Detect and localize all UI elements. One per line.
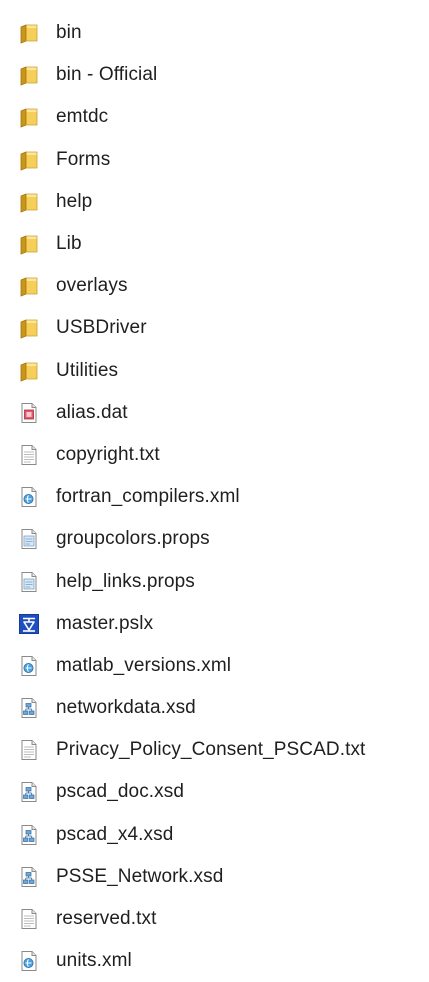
folder-icon bbox=[18, 106, 40, 129]
list-item-pscad-x4-xsd[interactable]: pscad_x4.xsd bbox=[0, 814, 429, 856]
file-name: master.pslx bbox=[56, 612, 154, 634]
list-item-copyright-txt[interactable]: copyright.txt bbox=[0, 434, 429, 476]
file-name: pscad_doc.xsd bbox=[56, 781, 185, 803]
xsd-file-icon bbox=[18, 866, 40, 888]
folder-icon bbox=[18, 64, 40, 86]
list-item-alias-dat[interactable]: alias.dat bbox=[0, 392, 429, 434]
list-item-bin-official[interactable]: bin - Official bbox=[0, 54, 429, 96]
list-item-reserved-txt[interactable]: reserved.txt bbox=[0, 898, 429, 940]
xml-file-icon bbox=[18, 655, 40, 677]
file-name: groupcolors.props bbox=[56, 528, 210, 550]
props-file-icon bbox=[18, 528, 40, 550]
xml-file-icon bbox=[18, 950, 40, 972]
file-name: help bbox=[56, 190, 93, 212]
list-item-forms[interactable]: Forms bbox=[0, 139, 429, 181]
file-name: alias.dat bbox=[56, 401, 128, 423]
file-name: copyright.txt bbox=[56, 443, 160, 465]
text-file-icon bbox=[18, 739, 40, 761]
list-item-lib[interactable]: Lib bbox=[0, 223, 429, 265]
xsd-file-icon bbox=[18, 781, 40, 803]
list-item-help-links-props[interactable]: help_links.props bbox=[0, 560, 429, 602]
xsd-file-icon bbox=[18, 824, 40, 846]
list-item-utilities[interactable]: Utilities bbox=[0, 350, 429, 392]
list-item-groupcolors-props[interactable]: groupcolors.props bbox=[0, 518, 429, 560]
text-file-icon bbox=[18, 444, 40, 466]
list-item-matlab-versions-xml[interactable]: matlab_versions.xml bbox=[0, 645, 429, 687]
list-item-units-xml[interactable]: units.xml bbox=[0, 940, 429, 982]
list-item-master-pslx[interactable]: master.pslx bbox=[0, 603, 429, 645]
file-name: PSSE_Network.xsd bbox=[56, 865, 224, 887]
xml-file-icon bbox=[18, 486, 40, 508]
pslx-file-icon bbox=[18, 613, 40, 635]
folder-icon bbox=[18, 275, 40, 297]
folder-icon bbox=[18, 233, 40, 255]
file-name: help_links.props bbox=[56, 570, 195, 592]
list-item-networkdata-xsd[interactable]: networkdata.xsd bbox=[0, 687, 429, 729]
list-item-emtdc[interactable]: emtdc bbox=[0, 96, 429, 138]
list-item-help[interactable]: help bbox=[0, 181, 429, 223]
file-name: emtdc bbox=[56, 106, 109, 128]
file-name: networkdata.xsd bbox=[56, 697, 196, 719]
file-list: bin bin - Official emtdc Forms help Lib … bbox=[0, 0, 429, 975]
folder-icon bbox=[18, 360, 40, 382]
list-item-usbdriver[interactable]: USBDriver bbox=[0, 307, 429, 349]
dat-file-icon bbox=[18, 402, 40, 424]
list-item-privacy-policy-txt[interactable]: Privacy_Policy_Consent_PSCAD.txt bbox=[0, 729, 429, 771]
file-name: Utilities bbox=[56, 359, 119, 381]
file-name: pscad_x4.xsd bbox=[56, 823, 174, 845]
list-item-fortran-compilers-xml[interactable]: fortran_compilers.xml bbox=[0, 476, 429, 518]
list-item-pscad-doc-xsd[interactable]: pscad_doc.xsd bbox=[0, 771, 429, 813]
props-file-icon bbox=[18, 571, 40, 593]
file-name: bin - Official bbox=[56, 64, 158, 86]
folder-icon bbox=[18, 191, 40, 213]
file-name: Forms bbox=[56, 148, 111, 170]
text-file-icon bbox=[18, 908, 40, 930]
file-name: reserved.txt bbox=[56, 908, 157, 930]
file-name: units.xml bbox=[56, 950, 132, 972]
list-item-bin[interactable]: bin bbox=[0, 12, 429, 54]
list-item-psse-network-xsd[interactable]: PSSE_Network.xsd bbox=[0, 856, 429, 898]
file-name: overlays bbox=[56, 275, 128, 297]
folder-icon bbox=[18, 149, 40, 171]
list-item-overlays[interactable]: overlays bbox=[0, 265, 429, 307]
file-name: bin bbox=[56, 22, 82, 44]
file-name: fortran_compilers.xml bbox=[56, 486, 240, 508]
folder-icon bbox=[18, 317, 40, 339]
file-name: Lib bbox=[56, 233, 82, 255]
folder-icon bbox=[18, 22, 40, 44]
xsd-file-icon bbox=[18, 697, 40, 719]
file-name: Privacy_Policy_Consent_PSCAD.txt bbox=[56, 739, 366, 761]
file-name: USBDriver bbox=[56, 317, 147, 339]
file-name: matlab_versions.xml bbox=[56, 654, 232, 676]
